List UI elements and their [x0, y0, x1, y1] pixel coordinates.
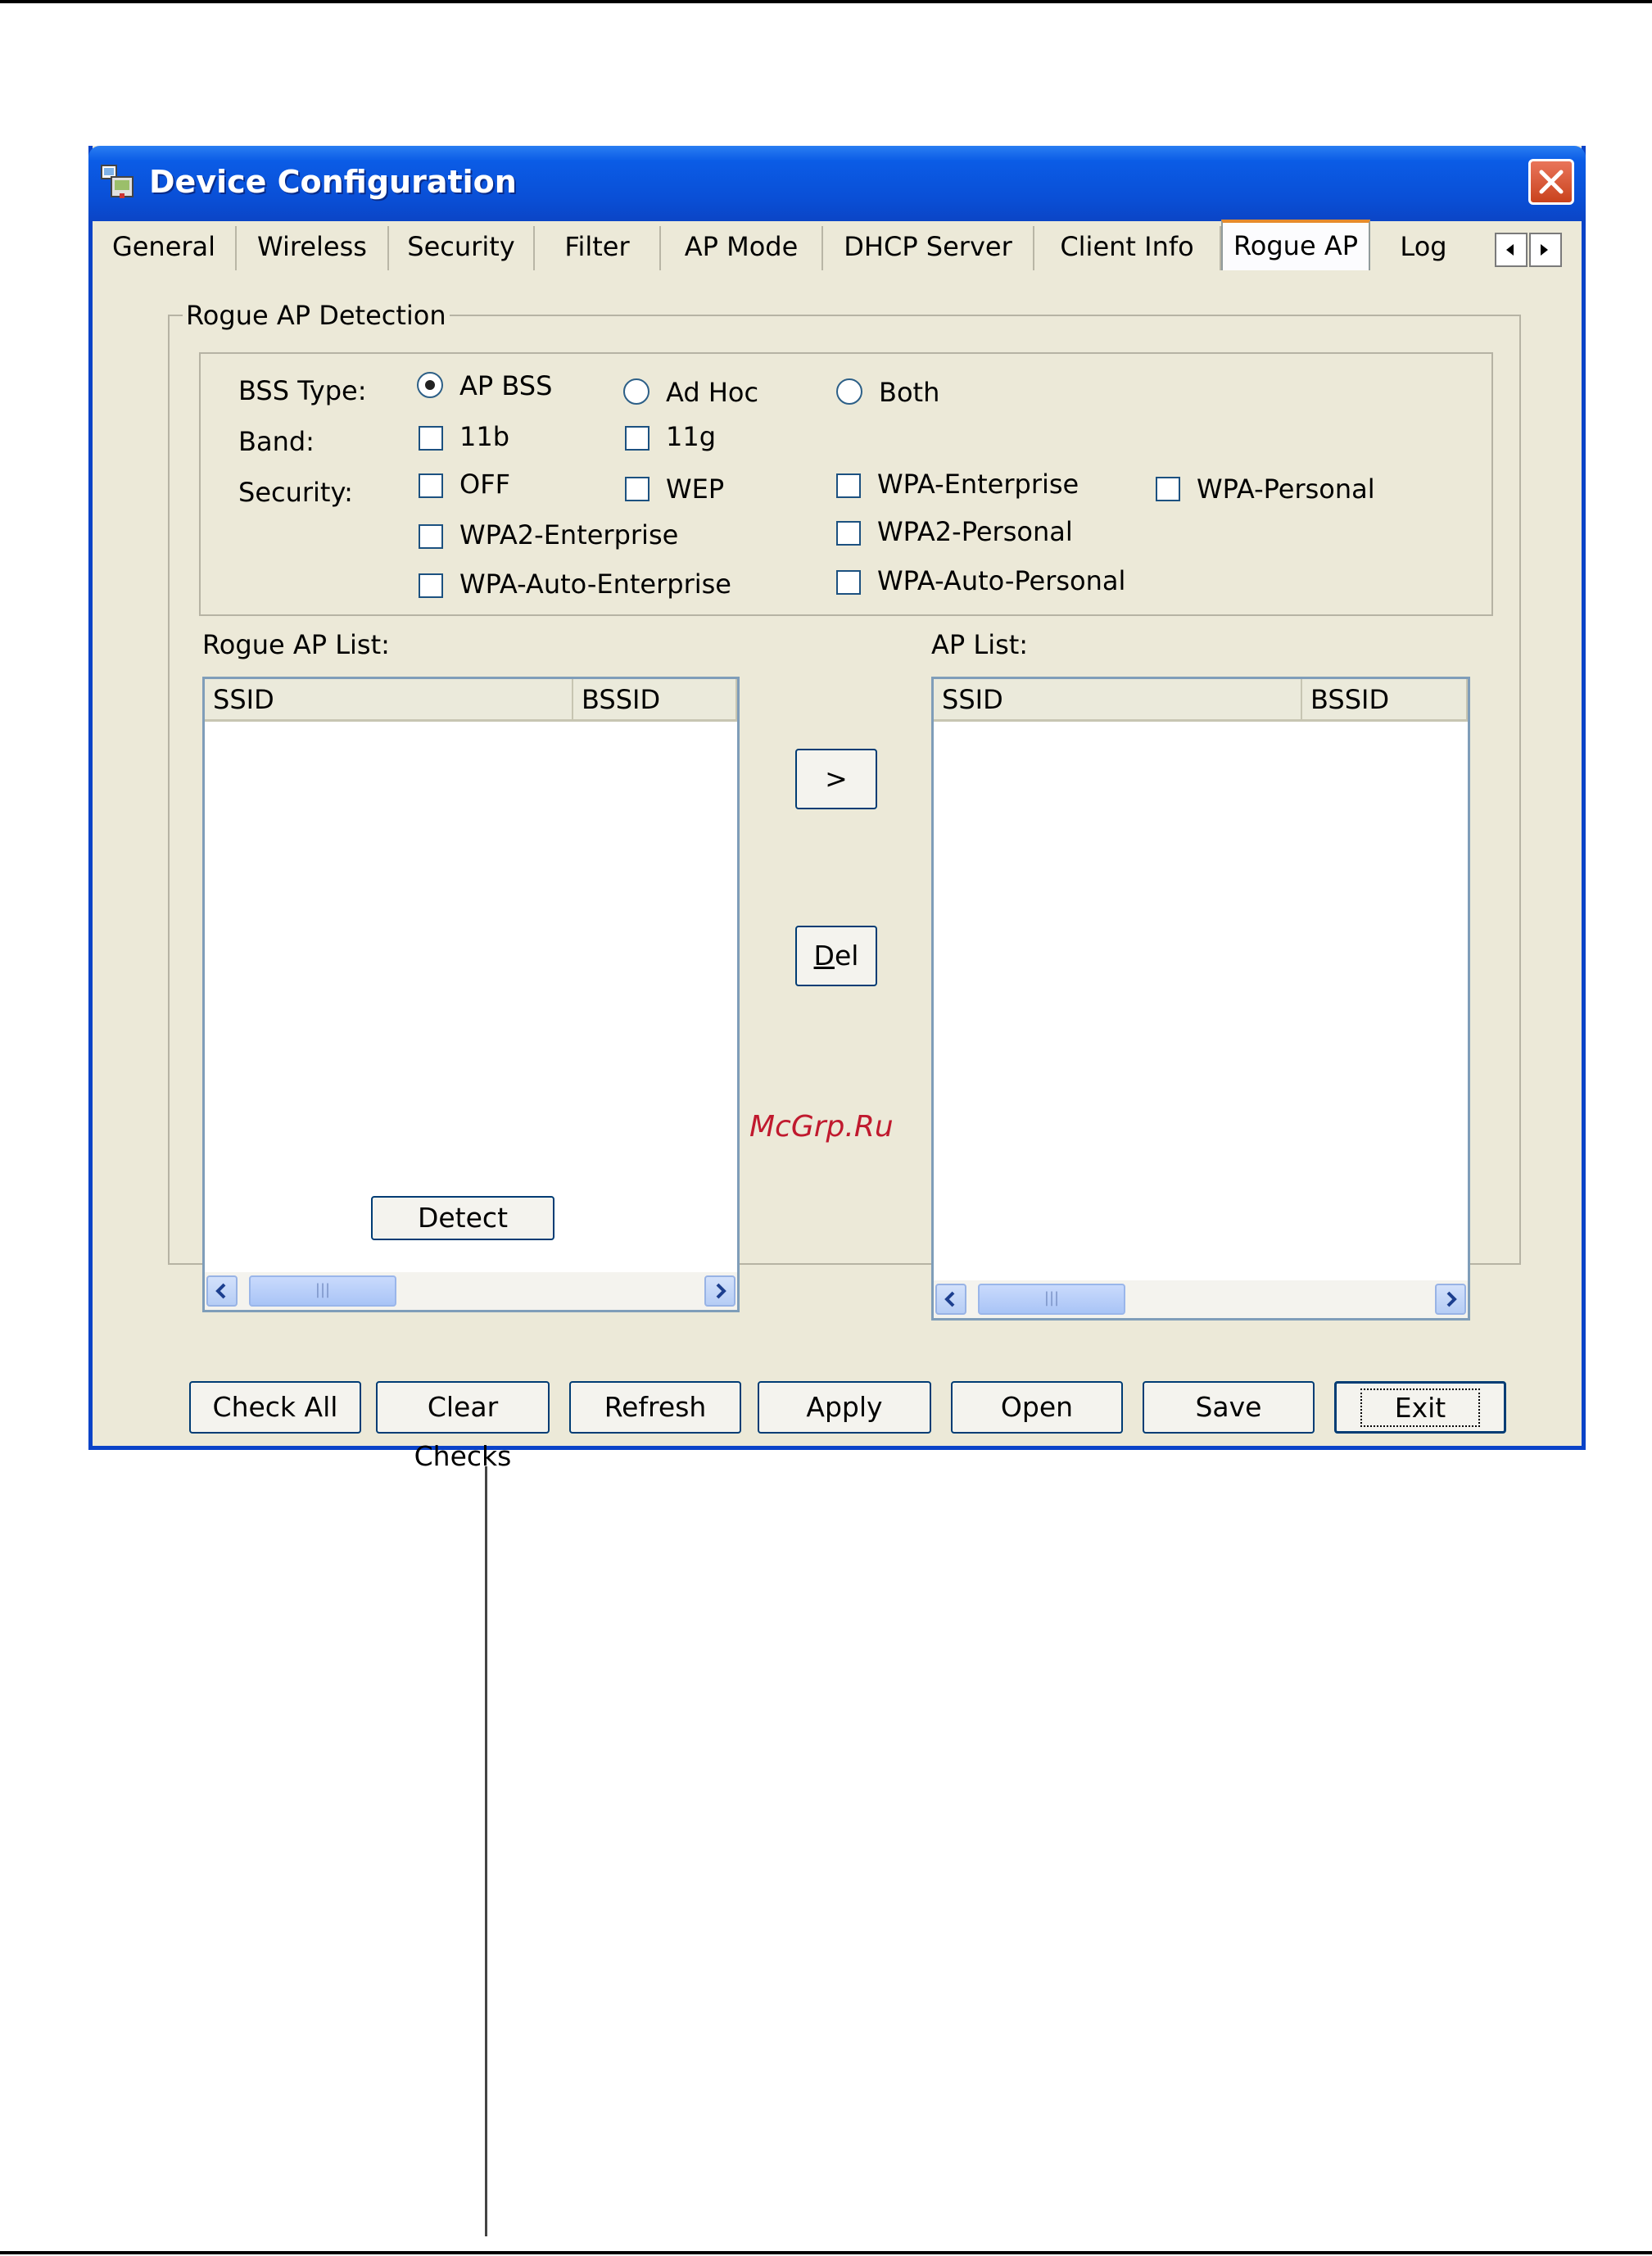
checkbox-wpa-auto-enterprise[interactable]	[419, 573, 443, 598]
scroll-thumb[interactable]: |||	[978, 1284, 1125, 1315]
ap-list-label: AP List:	[931, 629, 1029, 660]
radio-both-label: Both	[879, 377, 940, 408]
close-icon	[1539, 170, 1564, 194]
app-icon	[101, 165, 134, 198]
tab-dhcp-server[interactable]: DHCP Server	[823, 226, 1034, 270]
page-column-rule	[485, 1466, 487, 2236]
title-bar[interactable]: Device Configuration	[88, 146, 1586, 221]
rogue-list-column-bssid[interactable]: BSSID	[573, 679, 737, 722]
checkbox-wpa2-enterprise-label: WPA2-Enterprise	[459, 519, 679, 550]
radio-ap-bss-label: AP BSS	[459, 370, 553, 401]
watermark-text: McGrp.Ru	[749, 1110, 894, 1144]
ap-list-column-ssid[interactable]: SSID	[934, 679, 1302, 722]
tab-client-info[interactable]: Client Info	[1034, 226, 1221, 270]
scroll-right-button[interactable]	[1435, 1284, 1466, 1315]
window-title: Device Configuration	[149, 164, 517, 200]
checkbox-11g-label: 11g	[666, 421, 717, 452]
exit-button-label: Exit	[1360, 1388, 1481, 1427]
refresh-button[interactable]: Refresh	[569, 1381, 741, 1434]
rogue-ap-list-label: Rogue AP List:	[202, 629, 390, 660]
delete-accelerator: D	[813, 940, 835, 972]
delete-button[interactable]: Del	[795, 926, 877, 986]
checkbox-off-label: OFF	[459, 469, 510, 500]
check-all-button[interactable]: Check All	[189, 1381, 361, 1434]
checkbox-wep[interactable]	[625, 477, 649, 501]
tab-log[interactable]: Log	[1370, 226, 1477, 270]
tab-security[interactable]: Security	[389, 226, 535, 270]
close-button[interactable]	[1528, 159, 1574, 205]
band-label: Band:	[238, 426, 315, 457]
checkbox-wpa-auto-enterprise-label: WPA-Auto-Enterprise	[459, 569, 731, 600]
checkbox-wpa-enterprise-label: WPA-Enterprise	[877, 469, 1079, 500]
tab-wireless[interactable]: Wireless	[237, 226, 389, 270]
device-configuration-window: Device Configuration General Wireless Se…	[88, 146, 1586, 1472]
chevron-right-icon	[1446, 1291, 1457, 1307]
scroll-right-button[interactable]	[704, 1275, 735, 1307]
checkbox-wpa-personal-label: WPA-Personal	[1197, 473, 1375, 505]
arrow-left-icon	[1506, 244, 1514, 256]
checkbox-off[interactable]	[419, 473, 443, 498]
chevron-right-icon	[716, 1283, 726, 1299]
clear-checks-button[interactable]: Clear Checks	[376, 1381, 550, 1472]
radio-ad-hoc-label: Ad Hoc	[666, 377, 759, 408]
tab-rogue-ap[interactable]: Rogue AP	[1221, 220, 1370, 270]
radio-ap-bss[interactable]	[417, 372, 443, 398]
move-to-ap-list-button[interactable]: >	[795, 749, 877, 809]
save-button[interactable]: Save	[1143, 1381, 1315, 1434]
checkbox-wep-label: WEP	[666, 473, 725, 505]
scroll-left-button[interactable]	[935, 1284, 966, 1315]
detect-button[interactable]: Detect	[371, 1196, 554, 1240]
checkbox-wpa-enterprise[interactable]	[836, 473, 861, 498]
scroll-thumb[interactable]: |||	[249, 1275, 396, 1307]
apply-button[interactable]: Apply	[758, 1381, 931, 1434]
tab-scroll-left-button[interactable]	[1495, 233, 1528, 267]
tab-ap-mode[interactable]: AP Mode	[661, 226, 823, 270]
checkbox-11b[interactable]	[419, 426, 443, 451]
delete-label-post: el	[834, 940, 859, 972]
checkbox-wpa-auto-personal-label: WPA-Auto-Personal	[877, 565, 1126, 596]
checkbox-wpa2-enterprise[interactable]	[419, 524, 443, 549]
open-button[interactable]: Open	[951, 1381, 1123, 1434]
checkbox-wpa2-personal[interactable]	[836, 521, 861, 546]
ap-list-horizontal-scrollbar[interactable]: |||	[934, 1280, 1468, 1318]
tab-scroll-right-button[interactable]	[1529, 233, 1562, 267]
rogue-list-horizontal-scrollbar[interactable]: |||	[205, 1272, 737, 1310]
page-bottom-rule	[0, 2251, 1652, 2254]
arrow-right-icon	[1541, 244, 1548, 256]
tab-general[interactable]: General	[93, 226, 237, 270]
chevron-left-icon	[944, 1291, 955, 1307]
ap-list-column-bssid[interactable]: BSSID	[1302, 679, 1468, 722]
tab-strip: General Wireless Security Filter AP Mode…	[93, 216, 1582, 270]
page-top-rule	[0, 0, 1652, 3]
checkbox-wpa-auto-personal[interactable]	[836, 570, 861, 595]
ap-list[interactable]: SSID BSSID |||	[931, 677, 1470, 1321]
exit-button[interactable]: Exit	[1334, 1381, 1506, 1434]
checkbox-11g[interactable]	[625, 426, 649, 451]
group-title: Rogue AP Detection	[183, 300, 450, 331]
chevron-left-icon	[215, 1283, 226, 1299]
rogue-list-column-ssid[interactable]: SSID	[205, 679, 573, 722]
checkbox-wpa2-personal-label: WPA2-Personal	[877, 516, 1073, 547]
filter-options-panel: BSS Type: AP BSS Ad Hoc Both Band: 11b 1…	[199, 352, 1493, 616]
tab-filter[interactable]: Filter	[535, 226, 661, 270]
radio-ad-hoc[interactable]	[623, 378, 649, 405]
checkbox-wpa-personal[interactable]	[1156, 477, 1180, 501]
bss-type-label: BSS Type:	[238, 375, 367, 406]
scroll-left-button[interactable]	[206, 1275, 238, 1307]
checkbox-11b-label: 11b	[459, 421, 510, 452]
radio-both[interactable]	[836, 378, 862, 405]
security-label: Security:	[238, 477, 353, 508]
